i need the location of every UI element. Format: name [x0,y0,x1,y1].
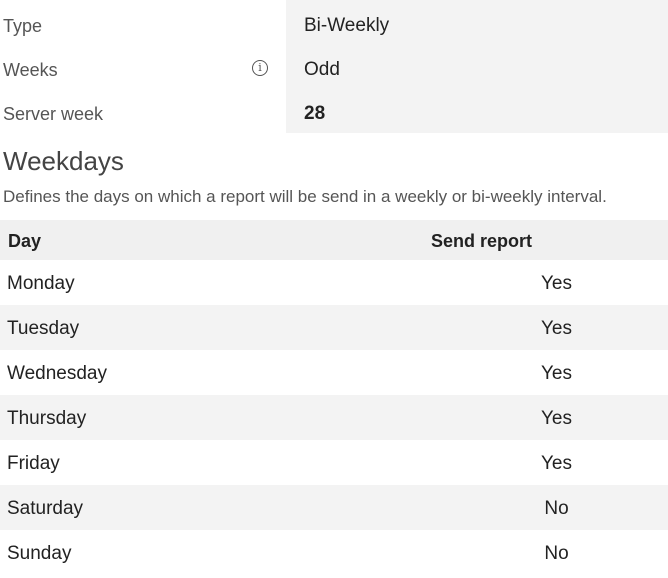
type-value: Bi-Weekly [304,15,390,36]
table-row: Monday Yes [0,260,668,305]
table-row: Friday Yes [0,440,668,485]
property-row-server-week: Server week 28 [0,88,668,132]
info-icon[interactable]: i [252,60,268,76]
table-row: Thursday Yes [0,395,668,440]
table-row: Tuesday Yes [0,305,668,350]
row-send-report: No [544,543,569,564]
weekdays-table: Day Send report Monday Yes Tuesday Yes W… [0,220,668,575]
server-week-label: Server week [3,104,104,124]
table-row: Sunday No [0,530,668,575]
row-send-report: Yes [541,318,572,339]
table-row: Wednesday Yes [0,350,668,395]
type-label: Type [3,16,43,36]
table-row: Saturday No [0,485,668,530]
column-header-send-report: Send report [431,231,533,251]
row-send-report: No [544,498,569,519]
row-send-report: Yes [541,363,572,384]
table-header: Day Send report [0,220,668,260]
weeks-label: Weeks [3,60,58,80]
row-send-report: Yes [541,453,572,474]
property-row-weeks: Weeks i Odd [0,44,668,88]
weeks-value: Odd [304,59,340,80]
properties-panel: Type Bi-Weekly Weeks i Odd Server week 2… [0,0,668,133]
weekdays-description: Defines the days on which a report will … [3,187,607,206]
row-send-report: Yes [541,408,572,429]
server-week-value: 28 [304,103,326,124]
weekdays-title: Weekdays [3,146,124,176]
property-row-type: Type Bi-Weekly [0,0,668,44]
column-header-day: Day [8,231,42,251]
row-send-report: Yes [541,273,572,294]
